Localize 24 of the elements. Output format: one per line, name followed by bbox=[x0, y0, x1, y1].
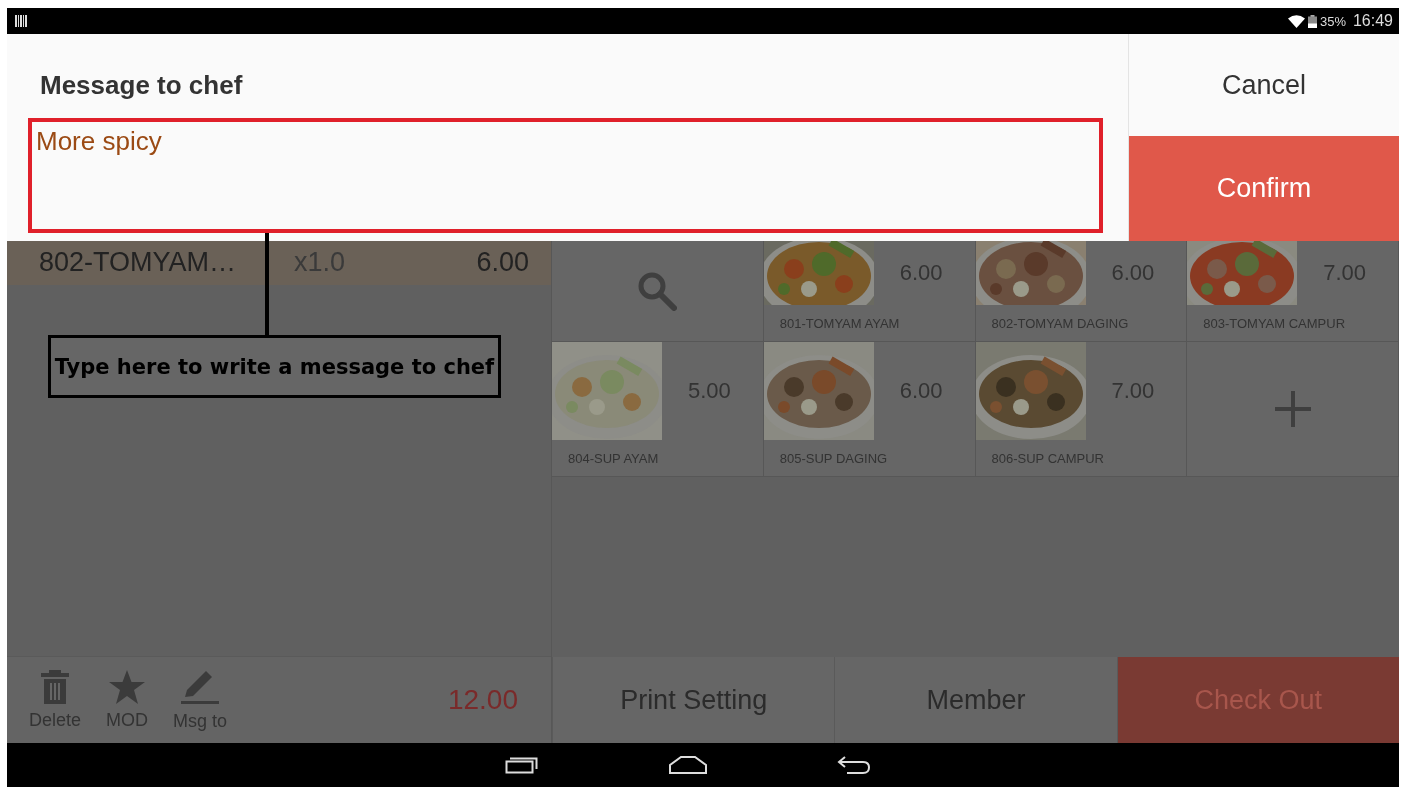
annotation-callout: Type here to write a message to chef bbox=[48, 335, 501, 398]
add-tile[interactable] bbox=[1187, 342, 1399, 477]
search-tile[interactable] bbox=[552, 241, 764, 342]
star-icon bbox=[109, 669, 146, 704]
item-name: 802-TOMYAM… bbox=[38, 247, 238, 278]
confirm-button[interactable]: Confirm bbox=[1129, 136, 1399, 241]
dialog-title: Message to chef bbox=[40, 70, 243, 101]
barcode-icon bbox=[15, 15, 27, 27]
search-icon bbox=[637, 271, 678, 311]
home-icon[interactable] bbox=[669, 756, 707, 774]
battery-icon bbox=[1307, 14, 1317, 28]
footer-button[interactable]: Member bbox=[834, 657, 1117, 743]
pencil-icon bbox=[181, 668, 220, 705]
battery-percent: 35% bbox=[1319, 13, 1346, 29]
order-total: 12.00 bbox=[447, 684, 518, 716]
recent-apps-icon[interactable] bbox=[505, 756, 539, 774]
item-price: 6.00 bbox=[475, 247, 529, 278]
trash-icon bbox=[40, 669, 70, 704]
clock: 16:49 bbox=[1352, 12, 1393, 30]
wifi-icon bbox=[1287, 14, 1305, 28]
message-field[interactable]: More spicy bbox=[28, 118, 1103, 233]
back-icon[interactable] bbox=[837, 755, 871, 775]
footer-button[interactable]: Print Setting bbox=[552, 657, 835, 743]
plus-icon bbox=[1274, 391, 1311, 427]
